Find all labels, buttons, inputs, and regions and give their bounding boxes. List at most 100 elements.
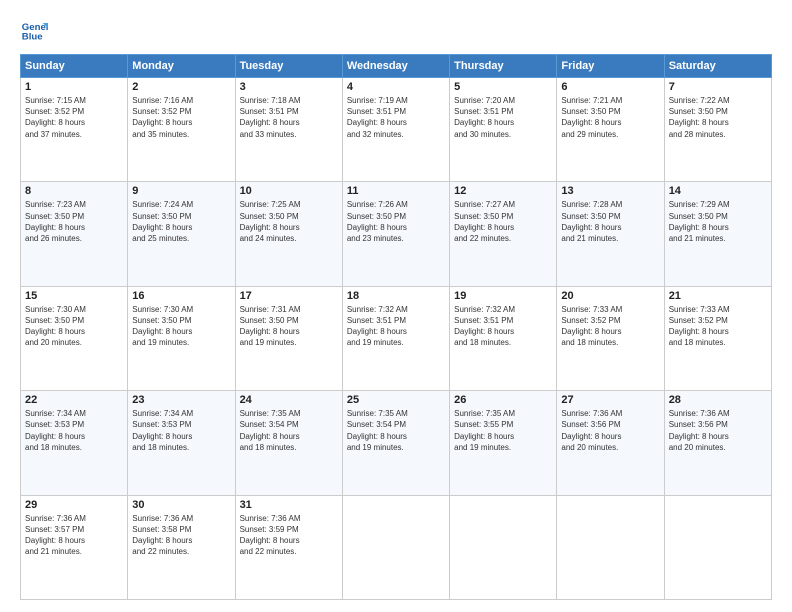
day-of-week-wednesday: Wednesday xyxy=(342,55,449,78)
day-content: Sunrise: 7:33 AMSunset: 3:52 PMDaylight:… xyxy=(561,304,659,349)
day-number: 14 xyxy=(669,185,767,197)
day-number: 19 xyxy=(454,290,552,302)
day-content: Sunrise: 7:22 AMSunset: 3:50 PMDaylight:… xyxy=(669,95,767,140)
day-cell: 17Sunrise: 7:31 AMSunset: 3:50 PMDayligh… xyxy=(235,286,342,390)
day-content: Sunrise: 7:36 AMSunset: 3:59 PMDaylight:… xyxy=(240,513,338,558)
logo-icon: General Blue xyxy=(20,16,48,44)
days-header-row: SundayMondayTuesdayWednesdayThursdayFrid… xyxy=(21,55,772,78)
day-of-week-thursday: Thursday xyxy=(450,55,557,78)
day-content: Sunrise: 7:29 AMSunset: 3:50 PMDaylight:… xyxy=(669,199,767,244)
day-number: 31 xyxy=(240,499,338,511)
week-row-4: 22 Sunrise: 7:34 AMSunset: 3:53 PMDayligh… xyxy=(21,391,772,495)
day-content: Sunrise: 7:35 AMSunset: 3:55 PMDaylight:… xyxy=(454,408,552,453)
day-number: 6 xyxy=(561,81,659,93)
day-cell: 15 Sunrise: 7:30 AMSunset: 3:50 PMDayligh… xyxy=(21,286,128,390)
calendar-body: 1 Sunrise: 7:15 AMSunset: 3:52 PMDaylight… xyxy=(21,78,772,600)
day-of-week-tuesday: Tuesday xyxy=(235,55,342,78)
day-cell: 3 Sunrise: 7:18 AMSunset: 3:51 PMDaylight… xyxy=(235,78,342,182)
day-content: Sunrise: 7:19 AMSunset: 3:51 PMDaylight:… xyxy=(347,95,445,140)
day-content: Sunrise: 7:36 AMSunset: 3:56 PMDaylight:… xyxy=(561,408,659,453)
day-cell: 31 Sunrise: 7:36 AMSunset: 3:59 PMDayligh… xyxy=(235,495,342,599)
day-cell xyxy=(342,495,449,599)
day-content: Sunrise: 7:34 AMSunset: 3:53 PMDaylight:… xyxy=(132,408,230,453)
day-of-week-friday: Friday xyxy=(557,55,664,78)
day-cell: 23 Sunrise: 7:34 AMSunset: 3:53 PMDayligh… xyxy=(128,391,235,495)
day-number: 18 xyxy=(347,290,445,302)
page: General Blue SundayMondayTuesdayWednesda… xyxy=(0,0,792,612)
day-cell: 20 Sunrise: 7:33 AMSunset: 3:52 PMDayligh… xyxy=(557,286,664,390)
day-content: Sunrise: 7:34 AMSunset: 3:53 PMDaylight:… xyxy=(25,408,123,453)
day-number: 21 xyxy=(669,290,767,302)
day-number: 4 xyxy=(347,81,445,93)
day-cell: 2 Sunrise: 7:16 AMSunset: 3:52 PMDaylight… xyxy=(128,78,235,182)
day-cell: 13 Sunrise: 7:28 AMSunset: 3:50 PMDayligh… xyxy=(557,182,664,286)
day-number: 29 xyxy=(25,499,123,511)
day-content: Sunrise: 7:27 AMSunset: 3:50 PMDaylight:… xyxy=(454,199,552,244)
day-cell: 14 Sunrise: 7:29 AMSunset: 3:50 PMDayligh… xyxy=(664,182,771,286)
day-content: Sunrise: 7:30 AMSunset: 3:50 PMDaylight:… xyxy=(25,304,123,349)
day-number: 13 xyxy=(561,185,659,197)
day-cell: 18 Sunrise: 7:32 AMSunset: 3:51 PMDayligh… xyxy=(342,286,449,390)
day-cell: 30 Sunrise: 7:36 AMSunset: 3:58 PMDayligh… xyxy=(128,495,235,599)
day-cell: 5Sunrise: 7:20 AMSunset: 3:51 PMDaylight… xyxy=(450,78,557,182)
day-number: 2 xyxy=(132,81,230,93)
day-cell: 26 Sunrise: 7:35 AMSunset: 3:55 PMDayligh… xyxy=(450,391,557,495)
day-content: Sunrise: 7:36 AMSunset: 3:58 PMDaylight:… xyxy=(132,513,230,558)
day-of-week-monday: Monday xyxy=(128,55,235,78)
day-number: 16 xyxy=(132,290,230,302)
day-number: 12 xyxy=(454,185,552,197)
day-cell xyxy=(557,495,664,599)
day-cell: 7 Sunrise: 7:22 AMSunset: 3:50 PMDaylight… xyxy=(664,78,771,182)
day-cell: 11 Sunrise: 7:26 AMSunset: 3:50 PMDayligh… xyxy=(342,182,449,286)
day-cell: 24 Sunrise: 7:35 AMSunset: 3:54 PMDayligh… xyxy=(235,391,342,495)
day-cell xyxy=(450,495,557,599)
week-row-3: 15 Sunrise: 7:30 AMSunset: 3:50 PMDayligh… xyxy=(21,286,772,390)
day-cell: 21 Sunrise: 7:33 AMSunset: 3:52 PMDayligh… xyxy=(664,286,771,390)
day-cell: 25Sunrise: 7:35 AMSunset: 3:54 PMDayligh… xyxy=(342,391,449,495)
day-cell: 1 Sunrise: 7:15 AMSunset: 3:52 PMDaylight… xyxy=(21,78,128,182)
day-number: 3 xyxy=(240,81,338,93)
day-cell: 9Sunrise: 7:24 AMSunset: 3:50 PMDaylight… xyxy=(128,182,235,286)
logo: General Blue xyxy=(20,16,48,44)
day-number: 20 xyxy=(561,290,659,302)
day-content: Sunrise: 7:32 AMSunset: 3:51 PMDaylight:… xyxy=(347,304,445,349)
day-content: Sunrise: 7:23 AMSunset: 3:50 PMDaylight:… xyxy=(25,199,123,244)
day-number: 8 xyxy=(25,185,123,197)
day-number: 11 xyxy=(347,185,445,197)
day-number: 23 xyxy=(132,394,230,406)
week-row-2: 8 Sunrise: 7:23 AMSunset: 3:50 PMDaylight… xyxy=(21,182,772,286)
header: General Blue xyxy=(20,16,772,44)
day-content: Sunrise: 7:33 AMSunset: 3:52 PMDaylight:… xyxy=(669,304,767,349)
day-cell: 4 Sunrise: 7:19 AMSunset: 3:51 PMDaylight… xyxy=(342,78,449,182)
calendar-table: SundayMondayTuesdayWednesdayThursdayFrid… xyxy=(20,54,772,600)
day-cell: 28Sunrise: 7:36 AMSunset: 3:56 PMDayligh… xyxy=(664,391,771,495)
day-number: 10 xyxy=(240,185,338,197)
day-cell: 6Sunrise: 7:21 AMSunset: 3:50 PMDaylight… xyxy=(557,78,664,182)
day-number: 1 xyxy=(25,81,123,93)
day-content: Sunrise: 7:18 AMSunset: 3:51 PMDaylight:… xyxy=(240,95,338,140)
week-row-1: 1 Sunrise: 7:15 AMSunset: 3:52 PMDaylight… xyxy=(21,78,772,182)
day-number: 22 xyxy=(25,394,123,406)
day-content: Sunrise: 7:25 AMSunset: 3:50 PMDaylight:… xyxy=(240,199,338,244)
day-of-week-saturday: Saturday xyxy=(664,55,771,78)
day-content: Sunrise: 7:16 AMSunset: 3:52 PMDaylight:… xyxy=(132,95,230,140)
day-content: Sunrise: 7:15 AMSunset: 3:52 PMDaylight:… xyxy=(25,95,123,140)
day-content: Sunrise: 7:26 AMSunset: 3:50 PMDaylight:… xyxy=(347,199,445,244)
day-content: Sunrise: 7:20 AMSunset: 3:51 PMDaylight:… xyxy=(454,95,552,140)
day-content: Sunrise: 7:30 AMSunset: 3:50 PMDaylight:… xyxy=(132,304,230,349)
day-number: 30 xyxy=(132,499,230,511)
day-cell: 19 Sunrise: 7:32 AMSunset: 3:51 PMDayligh… xyxy=(450,286,557,390)
day-cell: 12 Sunrise: 7:27 AMSunset: 3:50 PMDayligh… xyxy=(450,182,557,286)
day-cell xyxy=(664,495,771,599)
day-content: Sunrise: 7:28 AMSunset: 3:50 PMDaylight:… xyxy=(561,199,659,244)
day-number: 26 xyxy=(454,394,552,406)
day-content: Sunrise: 7:32 AMSunset: 3:51 PMDaylight:… xyxy=(454,304,552,349)
day-number: 15 xyxy=(25,290,123,302)
day-number: 24 xyxy=(240,394,338,406)
day-content: Sunrise: 7:35 AMSunset: 3:54 PMDaylight:… xyxy=(240,408,338,453)
day-number: 25 xyxy=(347,394,445,406)
day-number: 7 xyxy=(669,81,767,93)
day-number: 28 xyxy=(669,394,767,406)
day-cell: 8 Sunrise: 7:23 AMSunset: 3:50 PMDaylight… xyxy=(21,182,128,286)
day-cell: 10 Sunrise: 7:25 AMSunset: 3:50 PMDayligh… xyxy=(235,182,342,286)
